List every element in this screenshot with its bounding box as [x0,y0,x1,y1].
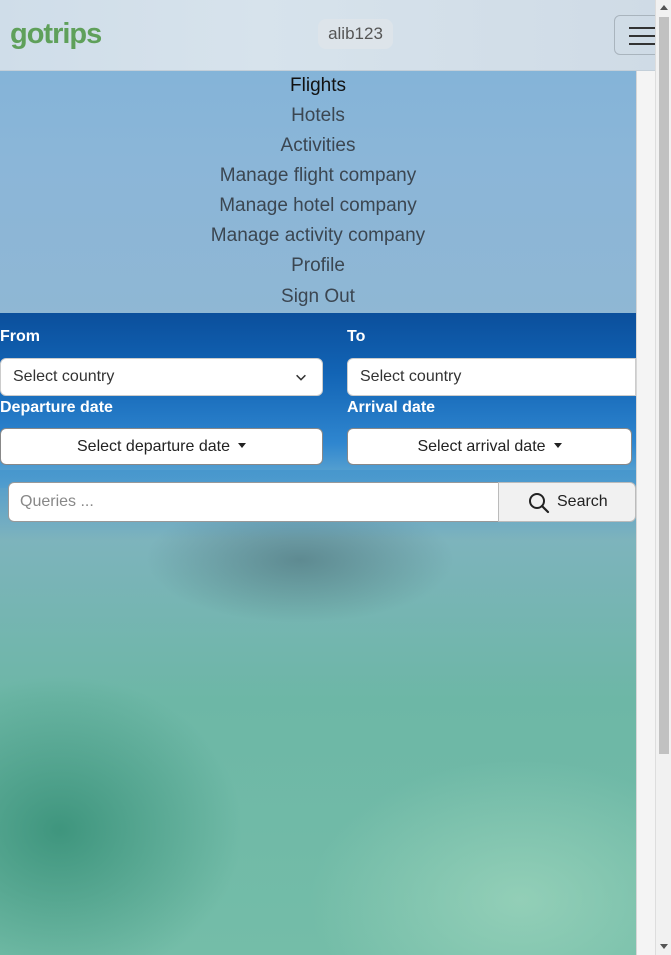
scrollbar-thumb[interactable] [659,17,669,754]
caret-down-icon [553,443,562,448]
chevron-down-icon [296,374,306,381]
username-badge[interactable]: alib123 [318,19,393,49]
nav-menu: Flights Hotels Activities Manage flight … [0,71,636,313]
menu-item-sign-out[interactable]: Sign Out [0,284,636,310]
scroll-up-arrow-icon[interactable] [660,5,668,10]
from-country-value: Select country [13,368,115,385]
caret-down-icon [238,443,246,448]
from-country-select[interactable]: Select country [0,358,323,396]
menu-item-activities[interactable]: Activities [0,133,636,159]
brand-logo[interactable]: gotrips [10,18,102,51]
departure-date-label: Departure date [0,399,113,416]
to-country-value: Select country [360,368,462,385]
departure-date-text: Select departure date [77,438,230,455]
search-button-label: Search [557,493,608,510]
menu-item-manage-activity-company[interactable]: Manage activity company [0,223,636,249]
search-input[interactable]: Queries ... [8,482,499,522]
menu-item-hotels[interactable]: Hotels [0,103,636,129]
search-bar: Queries ... Search [8,482,636,522]
navbar: gotrips alib123 [0,0,671,71]
scroll-down-arrow-icon[interactable] [660,944,668,949]
to-country-select[interactable]: Select country [347,358,636,396]
to-label: To [347,328,366,345]
page-overflow-edge [636,71,655,955]
hamburger-icon [629,43,657,45]
hamburger-icon [629,35,657,37]
search-button[interactable]: Search [498,482,636,522]
arrival-date-button[interactable]: Select arrival date [347,428,632,465]
from-label: From [0,328,40,345]
menu-item-flights[interactable]: Flights [0,73,636,99]
menu-item-manage-hotel-company[interactable]: Manage hotel company [0,193,636,219]
departure-date-button[interactable]: Select departure date [0,428,323,465]
hamburger-icon [629,27,657,29]
search-icon [529,493,550,514]
menu-item-profile[interactable]: Profile [0,253,636,279]
arrival-date-label: Arrival date [347,399,436,416]
arrival-date-text: Select arrival date [417,438,546,455]
vertical-scrollbar[interactable] [655,0,671,955]
menu-item-manage-flight-company[interactable]: Manage flight company [0,163,636,189]
